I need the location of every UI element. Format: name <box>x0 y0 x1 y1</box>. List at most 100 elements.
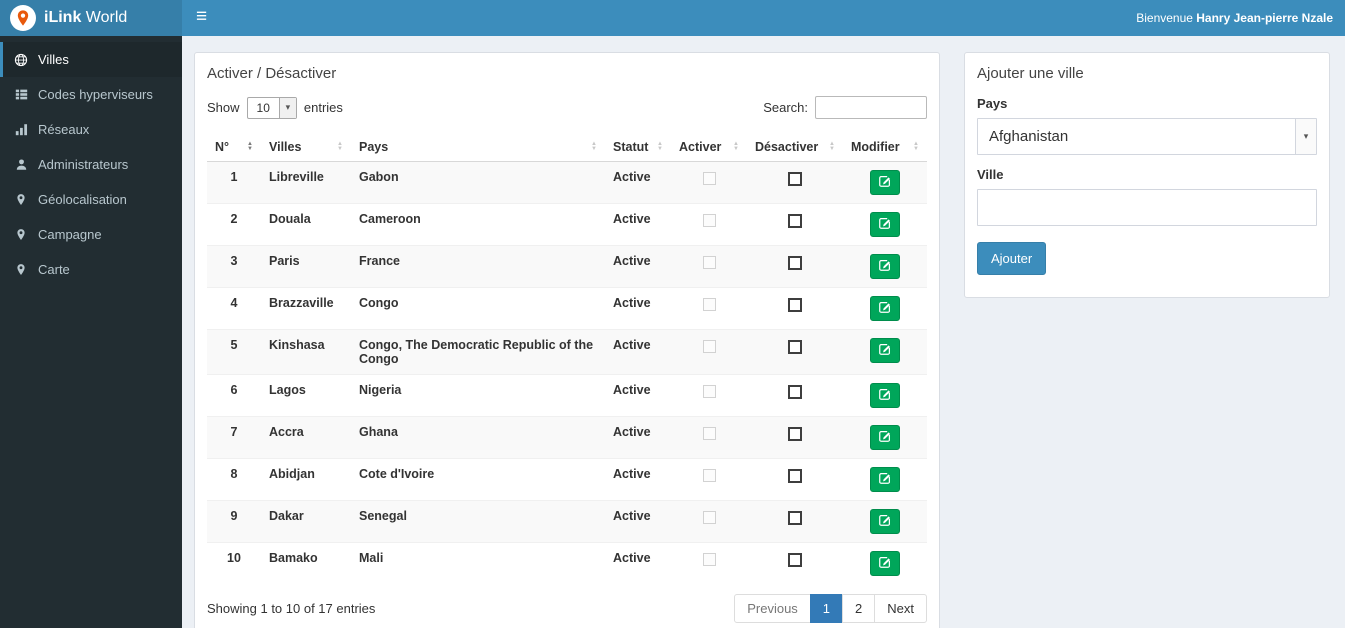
edit-pencil-icon <box>878 216 892 233</box>
cell-desactiver <box>747 458 843 501</box>
desactiver-checkbox[interactable] <box>788 469 802 483</box>
cell-statut: Active <box>605 458 671 501</box>
cell-desactiver <box>747 161 843 204</box>
cell-activer <box>671 329 747 375</box>
modifier-button[interactable] <box>870 425 900 450</box>
edit-pencil-icon <box>878 258 892 275</box>
cell-pays: Congo, The Democratic Republic of the Co… <box>351 329 605 375</box>
marker-icon <box>13 263 29 276</box>
villes-table: N° ▲ ▼ Villes ▲ ▼ Pays ▲ ▼ Statut ▲ ▼ Activer ▲ ▼ Désac… <box>207 133 927 584</box>
sort-icon: ▲ ▼ <box>829 141 835 152</box>
marker-icon <box>13 193 29 206</box>
desactiver-checkbox[interactable] <box>788 298 802 312</box>
activer-checkbox[interactable] <box>702 172 716 185</box>
modifier-button[interactable] <box>870 509 900 534</box>
modifier-button[interactable] <box>870 170 900 195</box>
cell-desactiver <box>747 416 843 459</box>
pagination-next[interactable]: Next <box>874 594 927 623</box>
welcome-prefix: Bienvenue <box>1136 11 1197 25</box>
cell-statut: Active <box>605 203 671 246</box>
desactiver-checkbox[interactable] <box>788 511 802 525</box>
cell-modifier <box>843 416 927 459</box>
activer-checkbox[interactable] <box>702 256 716 269</box>
desactiver-checkbox[interactable] <box>788 427 802 441</box>
sidebar-item-carte[interactable]: Carte <box>0 252 182 287</box>
activer-checkbox[interactable] <box>702 553 716 566</box>
cell-statut: Active <box>605 500 671 543</box>
modifier-button[interactable] <box>870 338 900 363</box>
sidebar-item-label: Réseaux <box>38 122 90 137</box>
activer-checkbox[interactable] <box>702 298 716 311</box>
cell-pays: Mali <box>351 542 605 584</box>
activer-checkbox[interactable] <box>702 511 716 524</box>
chart-icon <box>13 123 29 136</box>
column-header-5[interactable]: Désactiver ▲ ▼ <box>747 133 843 162</box>
desactiver-checkbox[interactable] <box>788 553 802 567</box>
pagination-previous[interactable]: Previous <box>734 594 811 623</box>
sidebar-item-villes[interactable]: Villes <box>0 42 182 77</box>
brand[interactable]: iLink World <box>0 0 182 36</box>
modifier-button[interactable] <box>870 296 900 321</box>
cell-ville: Paris <box>261 245 351 288</box>
cell-activer <box>671 203 747 246</box>
column-header-1[interactable]: Villes ▲ ▼ <box>261 133 351 162</box>
column-header-label: N° <box>215 140 230 154</box>
pagination-page-2[interactable]: 2 <box>842 594 876 623</box>
sidebar-item-reseaux[interactable]: Réseaux <box>0 112 182 147</box>
modifier-button[interactable] <box>870 254 900 279</box>
table-row: 9 Dakar Senegal Active <box>207 500 927 543</box>
column-header-label: Villes <box>269 140 302 154</box>
edit-pencil-icon <box>878 429 892 446</box>
cell-pays: Gabon <box>351 161 605 204</box>
cell-desactiver <box>747 287 843 330</box>
cell-num: 1 <box>207 161 261 204</box>
add-panel-title: Ajouter une ville <box>977 65 1084 82</box>
search-input[interactable] <box>815 96 927 119</box>
edit-pencil-icon <box>878 342 892 359</box>
sidebar-item-label: Villes <box>38 52 69 67</box>
page-length-value: 10 <box>256 100 270 115</box>
desactiver-checkbox[interactable] <box>788 214 802 228</box>
search-control: Search: <box>763 96 927 119</box>
page-length-select[interactable]: 10 ▾ <box>246 96 297 119</box>
sidebar-item-geolocalisation[interactable]: Géolocalisation <box>0 182 182 217</box>
desactiver-checkbox[interactable] <box>788 256 802 270</box>
sidebar-item-campagne[interactable]: Campagne <box>0 217 182 252</box>
cell-pays: Cameroon <box>351 203 605 246</box>
column-header-4[interactable]: Activer ▲ ▼ <box>671 133 747 162</box>
cell-num: 10 <box>207 542 261 584</box>
activer-checkbox[interactable] <box>702 214 716 227</box>
show-label: Show <box>207 100 240 115</box>
activer-checkbox[interactable] <box>702 340 716 353</box>
sidebar-item-administrateurs[interactable]: Administrateurs <box>0 147 182 182</box>
cell-activer <box>671 287 747 330</box>
column-header-0[interactable]: N° ▲ ▼ <box>207 133 261 162</box>
modifier-button[interactable] <box>870 467 900 492</box>
activer-checkbox[interactable] <box>702 427 716 440</box>
desactiver-checkbox[interactable] <box>788 385 802 399</box>
ajouter-button[interactable]: Ajouter <box>977 242 1047 275</box>
column-header-3[interactable]: Statut ▲ ▼ <box>605 133 671 162</box>
sort-icon: ▲ ▼ <box>733 141 739 152</box>
page-length-control: Show 10 ▾ entries <box>207 96 343 119</box>
table-row: 1 Libreville Gabon Active <box>207 161 927 204</box>
search-label: Search: <box>763 100 808 115</box>
pagination-page-1[interactable]: 1 <box>809 594 844 623</box>
desactiver-checkbox[interactable] <box>788 172 802 186</box>
modifier-button[interactable] <box>870 551 900 576</box>
column-header-2[interactable]: Pays ▲ ▼ <box>351 133 605 162</box>
desactiver-checkbox[interactable] <box>788 340 802 354</box>
modifier-button[interactable] <box>870 212 900 237</box>
activer-checkbox[interactable] <box>702 469 716 482</box>
activer-checkbox[interactable] <box>702 385 716 398</box>
table-row: 4 Brazzaville Congo Active <box>207 287 927 330</box>
cell-activer <box>671 416 747 459</box>
welcome-username: Hanry Jean-pierre Nzale <box>1196 11 1333 25</box>
modifier-button[interactable] <box>870 383 900 408</box>
pays-select[interactable]: Afghanistan ▾ <box>977 118 1317 155</box>
ville-input[interactable] <box>977 189 1317 226</box>
sidebar-toggle-button[interactable]: ≡ <box>182 0 221 36</box>
column-header-6[interactable]: Modifier ▲ ▼ <box>843 133 927 162</box>
sidebar-item-codes-hyperviseurs[interactable]: Codes hyperviseurs <box>0 77 182 112</box>
table-info: Showing 1 to 10 of 17 entries <box>207 601 376 616</box>
